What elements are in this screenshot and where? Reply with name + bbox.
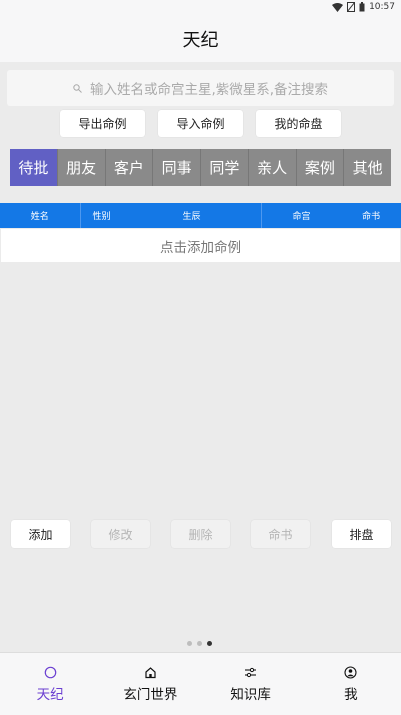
search-input[interactable]: 输入姓名或命宫主星,紫微星系,备注搜索 xyxy=(7,70,394,106)
nav-label: 知识库 xyxy=(230,686,271,703)
tab-relatives[interactable]: 亲人 xyxy=(247,149,296,186)
status-time: 10:57 xyxy=(369,2,395,12)
no-sim-icon xyxy=(347,2,356,12)
add-case-row[interactable]: 点击添加命例 xyxy=(1,229,400,262)
category-tabs: 待批 朋友 客户 同事 同学 亲人 案例 其他 xyxy=(10,149,391,186)
import-button[interactable]: 导入命例 xyxy=(158,110,243,137)
tab-classmates[interactable]: 同学 xyxy=(200,149,248,186)
column-gender[interactable]: 性别 xyxy=(81,203,123,228)
nav-label: 天纪 xyxy=(36,686,64,703)
table-header: 姓名 性别 生辰 命宫 命书 xyxy=(0,203,401,228)
bottom-nav: 天纪 玄门世界 知识库 我 xyxy=(0,652,401,715)
nav-knowledge-base[interactable]: 知识库 xyxy=(201,653,301,715)
my-chart-button[interactable]: 我的命盘 xyxy=(256,110,341,137)
tab-others[interactable]: 其他 xyxy=(343,149,391,186)
tab-cases[interactable]: 案例 xyxy=(295,149,344,186)
app-title: 天纪 xyxy=(0,16,401,62)
wifi-icon xyxy=(332,2,344,12)
nav-tianji[interactable]: 天纪 xyxy=(0,653,100,715)
tab-colleagues[interactable]: 同事 xyxy=(152,149,200,186)
page-dot xyxy=(187,641,192,646)
page-dot-active xyxy=(207,641,212,646)
page-indicator xyxy=(187,641,212,646)
tab-friends[interactable]: 朋友 xyxy=(56,149,105,186)
nav-me[interactable]: 我 xyxy=(301,653,401,715)
nav-label: 玄门世界 xyxy=(123,686,178,703)
tab-pending[interactable]: 待批 xyxy=(10,149,57,186)
tab-clients[interactable]: 客户 xyxy=(104,149,153,186)
add-button[interactable]: 添加 xyxy=(11,520,70,548)
status-bar: 10:57 xyxy=(0,0,401,16)
arrange-button[interactable]: 排盘 xyxy=(332,520,391,548)
user-icon xyxy=(344,665,357,679)
nav-xuanmen-world[interactable]: 玄门世界 xyxy=(100,653,200,715)
search-placeholder: 输入姓名或命宫主星,紫微星系,备注搜索 xyxy=(89,82,329,98)
nav-label: 我 xyxy=(344,686,358,703)
page-dot xyxy=(197,641,202,646)
battery-icon xyxy=(359,2,365,12)
book-button[interactable]: 命书 xyxy=(251,520,310,548)
edit-button[interactable]: 修改 xyxy=(91,520,150,548)
export-button[interactable]: 导出命例 xyxy=(60,110,145,137)
sliders-icon xyxy=(245,667,257,677)
column-birth[interactable]: 生辰 xyxy=(122,203,262,228)
column-palace[interactable]: 命宫 xyxy=(262,203,342,228)
home-icon xyxy=(145,666,156,678)
circle-icon xyxy=(44,666,56,678)
column-book[interactable]: 命书 xyxy=(341,203,401,228)
search-icon xyxy=(73,83,82,93)
column-name[interactable]: 姓名 xyxy=(0,203,81,228)
delete-button[interactable]: 删除 xyxy=(171,520,230,548)
